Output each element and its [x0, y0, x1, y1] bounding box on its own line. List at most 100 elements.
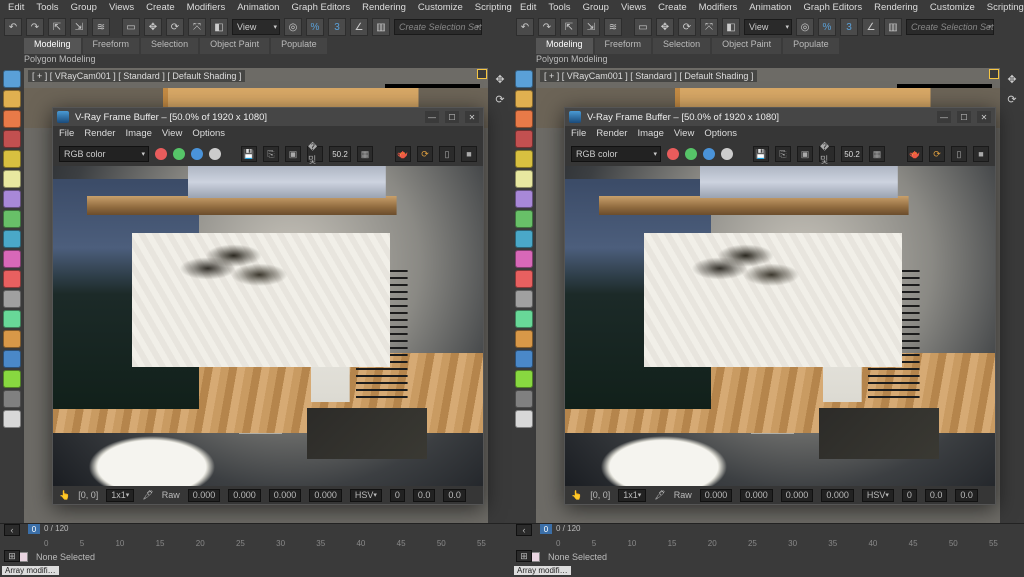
color-mode-dd[interactable]: HSV [350, 489, 382, 502]
vray-tool-16-icon[interactable] [515, 390, 533, 408]
vfb-image-area[interactable] [565, 166, 995, 486]
menu-customize[interactable]: Customize [418, 2, 463, 14]
placement-icon[interactable]: ◧ [722, 18, 740, 36]
vray-tool-7-icon[interactable] [515, 210, 533, 228]
vray-tool-9-icon[interactable] [515, 250, 533, 268]
snap-3-icon[interactable]: 3 [840, 18, 858, 36]
rotate-icon[interactable]: ⟳ [166, 18, 184, 36]
vray-tool-10-icon[interactable] [515, 270, 533, 288]
timeline[interactable]: ‹ 0 0 / 120 ⊞ 0 5 10 15 20 25 30 35 40 4… [512, 523, 1024, 549]
region-icon[interactable]: ▣ [285, 146, 301, 162]
vray-tool-13-icon[interactable] [515, 330, 533, 348]
tab-selection[interactable]: Selection [141, 38, 198, 54]
redo-icon[interactable]: ↷ [538, 18, 556, 36]
vfb-menu-view[interactable]: View [162, 128, 182, 140]
zoom-readout[interactable]: 50.2 [841, 146, 863, 162]
tab-freeform[interactable]: Freeform [83, 38, 140, 54]
vray-tool-8-icon[interactable] [3, 230, 21, 248]
minimize-button[interactable]: — [937, 111, 951, 123]
picker-icon[interactable]: 🖋 [654, 490, 665, 501]
menu-tools[interactable]: Tools [36, 2, 58, 14]
red-channel-toggle[interactable] [667, 148, 679, 160]
vray-tool-4-icon[interactable] [3, 150, 21, 168]
red-channel-toggle[interactable] [155, 148, 167, 160]
abort-icon[interactable]: ■ [973, 146, 989, 162]
vfb-menu-view[interactable]: View [674, 128, 694, 140]
menu-animation[interactable]: Animation [237, 2, 279, 14]
select-icon[interactable]: ▭ [122, 18, 140, 36]
abort-icon[interactable]: ■ [461, 146, 477, 162]
vray-tool-9-icon[interactable] [3, 250, 21, 268]
menu-views[interactable]: Views [621, 2, 646, 14]
vray-tool-15-icon[interactable] [3, 370, 21, 388]
menu-modifiers[interactable]: Modifiers [699, 2, 738, 14]
tab-objectpaint[interactable]: Object Paint [712, 38, 781, 54]
vray-tool-10-icon[interactable] [3, 270, 21, 288]
viewport[interactable]: [ + ] [ VRayCam001 ] [ Standard ] [ Defa… [24, 68, 488, 523]
vray-frame-buffer-window[interactable]: V-Ray Frame Buffer – [50.0% of 1920 x 10… [564, 107, 996, 505]
vray-tool-2-icon[interactable] [515, 110, 533, 128]
unlink-icon[interactable]: ⇲ [70, 18, 88, 36]
close-button[interactable]: ✕ [977, 111, 991, 123]
vray-tool-14-icon[interactable] [515, 350, 533, 368]
viewport-label[interactable]: [ + ] [ VRayCam001 ] [ Standard ] [ Defa… [28, 70, 245, 82]
selection-set-dropdown[interactable]: Create Selection Set [394, 19, 482, 35]
menu-group[interactable]: Group [583, 2, 609, 14]
select-icon[interactable]: ▭ [634, 18, 652, 36]
percent-snap-icon[interactable]: % [818, 18, 836, 36]
vfb-menu-image[interactable]: Image [637, 128, 663, 140]
undo-icon[interactable]: ↶ [516, 18, 534, 36]
blue-channel-toggle[interactable] [703, 148, 715, 160]
vray-tool-3-icon[interactable] [515, 130, 533, 148]
channel-dropdown[interactable]: RGB color [59, 146, 149, 162]
pivot-icon[interactable]: ◎ [284, 18, 302, 36]
timeline[interactable]: ‹ 0 0 / 120 ⊞ 0 5 10 15 20 25 30 35 40 4… [0, 523, 512, 549]
region-mode-icon[interactable]: 1x1 [618, 489, 646, 502]
vray-tool-12-icon[interactable] [515, 310, 533, 328]
minimize-button[interactable]: — [425, 111, 439, 123]
bind-icon[interactable]: ≋ [92, 18, 110, 36]
key-mode-icon[interactable]: ⊞ [516, 550, 532, 562]
tab-selection[interactable]: Selection [653, 38, 710, 54]
menu-animation[interactable]: Animation [749, 2, 791, 14]
angle-snap-icon[interactable]: ∠ [350, 18, 368, 36]
pick-icon[interactable]: �및 [819, 146, 835, 162]
undo-icon[interactable]: ↶ [4, 18, 22, 36]
tab-populate[interactable]: Populate [271, 38, 327, 54]
time-slider-handle[interactable]: 0 [28, 524, 40, 534]
cmd-pan-icon[interactable]: ✥ [491, 70, 509, 88]
timeline-ruler[interactable]: 0 5 10 15 20 25 30 35 40 45 50 55 [44, 539, 486, 548]
vfb-titlebar[interactable]: V-Ray Frame Buffer – [50.0% of 1920 x 10… [565, 108, 995, 126]
maximize-button[interactable]: ☐ [445, 111, 459, 123]
mono-channel-toggle[interactable] [721, 148, 733, 160]
tab-modeling[interactable]: Modeling [24, 38, 81, 54]
save-icon[interactable]: 💾 [241, 146, 257, 162]
menu-grapheditors[interactable]: Graph Editors [291, 2, 350, 14]
angle-snap-icon[interactable]: ∠ [862, 18, 880, 36]
grid-aa-icon[interactable]: ▦ [869, 146, 885, 162]
color-mode-dd[interactable]: HSV [862, 489, 894, 502]
tab-populate[interactable]: Populate [783, 38, 839, 54]
move-icon[interactable]: ✥ [144, 18, 162, 36]
vray-tool-12-icon[interactable] [3, 310, 21, 328]
render-last-icon[interactable]: 🫖 [907, 146, 923, 162]
ipr-icon[interactable]: ⟳ [929, 146, 945, 162]
menu-create[interactable]: Create [658, 2, 687, 14]
tab-freeform[interactable]: Freeform [595, 38, 652, 54]
redo-icon[interactable]: ↷ [26, 18, 44, 36]
menu-customize[interactable]: Customize [930, 2, 975, 14]
menu-tools[interactable]: Tools [548, 2, 570, 14]
channel-dropdown[interactable]: RGB color [571, 146, 661, 162]
vray-tool-5-icon[interactable] [515, 170, 533, 188]
link-render-icon[interactable]: ⎘ [263, 146, 279, 162]
menu-group[interactable]: Group [71, 2, 97, 14]
vfb-menu-file[interactable]: File [571, 128, 586, 140]
vfb-menu-options[interactable]: Options [704, 128, 737, 140]
scale-icon[interactable]: ⤧ [700, 18, 718, 36]
vfb-menu-render[interactable]: Render [84, 128, 115, 140]
region-icon[interactable]: ▣ [797, 146, 813, 162]
link-render-icon[interactable]: ⎘ [775, 146, 791, 162]
vray-tool-5-icon[interactable] [3, 170, 21, 188]
vfb-titlebar[interactable]: V-Ray Frame Buffer – [50.0% of 1920 x 10… [53, 108, 483, 126]
tab-objectpaint[interactable]: Object Paint [200, 38, 269, 54]
